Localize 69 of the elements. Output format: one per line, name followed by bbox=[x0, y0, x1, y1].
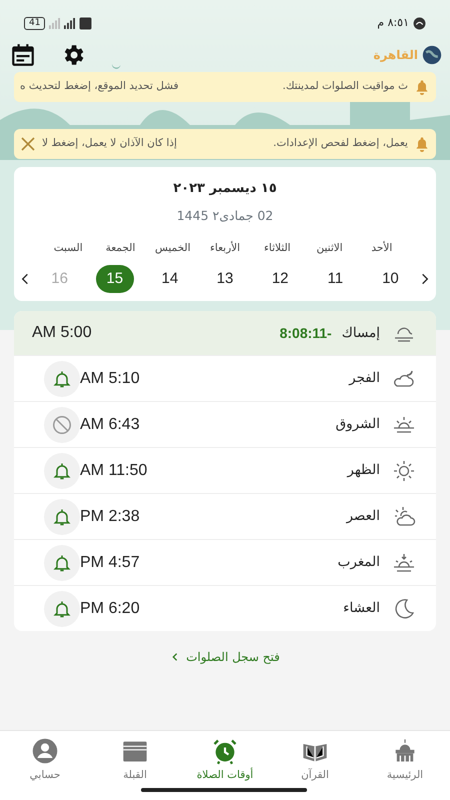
disabled-icon bbox=[51, 414, 73, 436]
day-number[interactable]: 13 bbox=[206, 265, 244, 293]
calendar-icon[interactable] bbox=[10, 42, 36, 68]
weekday-label: الأحد bbox=[370, 241, 394, 256]
close-icon[interactable] bbox=[20, 136, 36, 152]
bell-icon bbox=[52, 598, 72, 618]
notice-text: يعمل، إضغط لفحص الإعدادات. bbox=[273, 136, 408, 152]
account-icon bbox=[31, 737, 59, 765]
prayer-time: PM 6:20 bbox=[80, 598, 140, 618]
bell-icon bbox=[52, 368, 72, 388]
hijri-date: 02 جمادى٢ 1445 bbox=[176, 206, 274, 224]
prayer-name: إمساك bbox=[342, 324, 380, 343]
prayer-name: الفجر bbox=[349, 369, 380, 388]
alarm-clock-icon bbox=[211, 737, 239, 765]
alarm-toggle[interactable] bbox=[44, 452, 80, 488]
prayer-name: الظهر bbox=[347, 461, 380, 480]
alarm-toggle[interactable] bbox=[44, 360, 80, 396]
alarm-toggle[interactable] bbox=[44, 406, 80, 442]
alarm-toggle[interactable] bbox=[44, 590, 80, 626]
day-number[interactable]: 15 bbox=[96, 265, 134, 293]
prayer-time: AM 5:10 bbox=[80, 368, 140, 388]
prayer-time: PM 2:38 bbox=[80, 506, 140, 526]
weekday-label: الثلاثاء bbox=[262, 241, 292, 256]
bell-icon bbox=[52, 460, 72, 480]
gregorian-date: ١٥ ديسمبر ٢٠٢٣ bbox=[172, 180, 278, 198]
bell-icon bbox=[414, 79, 430, 95]
weekday-label: الجمعة bbox=[104, 241, 136, 256]
prayer-time: PM 4:57 bbox=[80, 552, 140, 572]
status-icon bbox=[413, 16, 426, 30]
nav-tab[interactable]: القرآن bbox=[270, 737, 360, 800]
day-number[interactable]: 11 bbox=[316, 265, 354, 293]
sun-icon bbox=[392, 458, 416, 482]
prayer-name: الشروق bbox=[336, 415, 380, 434]
alarm-toggle[interactable] bbox=[44, 498, 80, 534]
nav-tab[interactable]: الرئيسية bbox=[360, 737, 450, 800]
day-number[interactable]: 14 bbox=[150, 265, 189, 293]
notice-text: إذا كان الآذان لا يعمل، إضغط لا bbox=[42, 136, 177, 152]
bell-icon bbox=[414, 136, 430, 152]
prayer-name: المغرب bbox=[338, 553, 380, 572]
signal-icon bbox=[49, 16, 60, 30]
bell-icon bbox=[52, 552, 72, 572]
bell-icon bbox=[52, 506, 72, 526]
notice-text: ث مواقيت الصلوات لمدينتك. bbox=[282, 79, 408, 94]
weekday-label: السبت bbox=[52, 241, 84, 256]
weekday-label: الاثنين bbox=[315, 241, 344, 256]
notice-text: فشل تحديد الموقع، إضغط لتحديث ه bbox=[20, 79, 179, 94]
prayer-time: AM 6:43 bbox=[80, 414, 140, 434]
prayer-name: العصر bbox=[346, 507, 380, 526]
day-number[interactable]: 12 bbox=[261, 265, 300, 293]
prayer-name: العشاء bbox=[343, 599, 380, 618]
prayer-time: AM 11:50 bbox=[80, 460, 148, 480]
nav-tab[interactable]: القبلة bbox=[90, 737, 180, 800]
history-link[interactable]: فتح سجل الصلوات bbox=[164, 647, 286, 667]
signal-icon bbox=[64, 16, 76, 30]
network-icon bbox=[79, 16, 92, 30]
countdown-timer: 8:08:11- bbox=[280, 324, 332, 342]
prayer-time: AM 5:00 bbox=[32, 323, 92, 343]
notification-banner[interactable]: ث مواقيت الصلوات لمدينتك. فشل تحديد الموقع، إضغط لتحديث ه bbox=[14, 72, 436, 102]
globe-icon bbox=[422, 45, 442, 65]
day-number[interactable]: 10 bbox=[371, 265, 410, 293]
weekday-label: الخميس bbox=[154, 241, 192, 256]
weekday-label: الأربعاء bbox=[208, 241, 242, 256]
alarm-toggle[interactable] bbox=[44, 544, 80, 580]
notification-banner[interactable]: يعمل، إضغط لفحص الإعدادات. إذا كان الآذان لا يعمل، إضغط لا bbox=[14, 129, 436, 159]
cloud-sun-icon bbox=[392, 504, 416, 528]
nav-tab[interactable]: حسابي bbox=[0, 737, 90, 800]
nav-tab[interactable]: أوقات الصلاة bbox=[180, 737, 270, 800]
battery-level: 41 bbox=[24, 16, 46, 30]
clock-time: ٨:٥١ م bbox=[377, 14, 409, 31]
